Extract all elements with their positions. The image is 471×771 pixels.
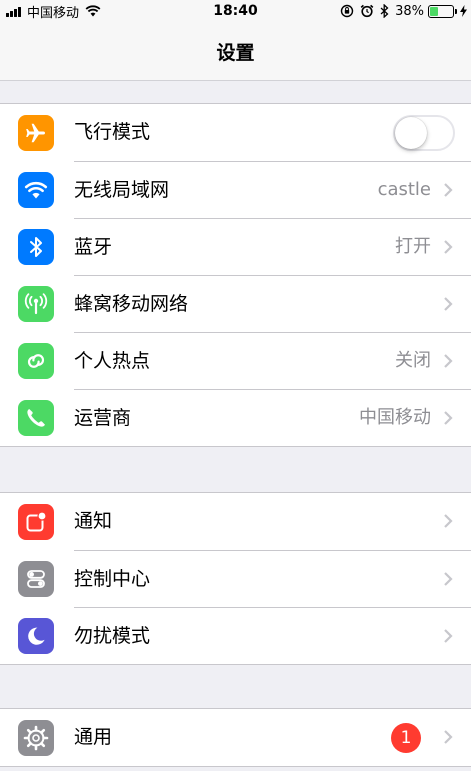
chevron-right-icon: [444, 240, 453, 254]
row-label: 控制中心: [74, 568, 151, 590]
row-notifications[interactable]: 通知: [0, 493, 471, 550]
hotspot-status-value: 关闭: [395, 350, 431, 371]
alarm-icon: [360, 4, 374, 18]
row-label: 通用: [74, 726, 113, 748]
notifications-icon: [18, 504, 54, 540]
toggle-knob: [395, 117, 427, 149]
status-bar: 中国移动 18:40 38%: [0, 0, 471, 22]
chevron-right-icon: [444, 411, 453, 425]
row-label: 个人热点: [74, 350, 151, 372]
status-bar-right: 38%: [340, 2, 467, 20]
chevron-right-icon: [444, 183, 453, 197]
row-wifi[interactable]: 无线局域网 castle: [0, 161, 471, 218]
row-label: 运营商: [74, 407, 132, 429]
charging-icon: [460, 5, 467, 17]
row-carrier[interactable]: 运营商 中国移动: [0, 389, 471, 446]
phone-icon: [18, 400, 54, 436]
row-control-center[interactable]: 控制中心: [0, 550, 471, 607]
chevron-right-icon: [444, 730, 453, 744]
chevron-right-icon: [444, 514, 453, 528]
carrier-value: 中国移动: [359, 407, 431, 428]
page-title: 设置: [216, 42, 255, 64]
chevron-right-icon: [444, 354, 453, 368]
chevron-right-icon: [444, 297, 453, 311]
settings-group-general: 通用 1: [0, 708, 471, 767]
chevron-right-icon: [444, 572, 453, 586]
gear-icon: [18, 720, 54, 756]
settings-group-system: 通知 控制中心 勿扰模式: [0, 492, 471, 665]
bluetooth-status-value: 打开: [395, 236, 431, 257]
wifi-icon: [18, 172, 54, 208]
cellular-icon: [18, 286, 54, 322]
control-center-icon: [18, 561, 54, 597]
battery-icon: [428, 4, 457, 18]
bluetooth-icon: [18, 229, 54, 265]
row-airplane-mode[interactable]: 飞行模式: [0, 104, 471, 161]
airplane-icon: [18, 115, 54, 151]
battery-percent: 38%: [395, 3, 424, 19]
row-label: 通知: [74, 510, 113, 532]
hotspot-icon: [18, 343, 54, 379]
row-label: 勿扰模式: [74, 625, 151, 647]
wifi-network-value: castle: [377, 179, 431, 200]
row-label: 无线局域网: [74, 179, 170, 201]
row-do-not-disturb[interactable]: 勿扰模式: [0, 607, 471, 664]
row-personal-hotspot[interactable]: 个人热点 关闭: [0, 332, 471, 389]
update-badge: 1: [391, 723, 421, 753]
row-label: 蓝牙: [74, 236, 113, 258]
settings-group-connectivity: 飞行模式 无线局域网 castle 蓝牙 打开 蜂窝移动网络 个人热点 关闭 运…: [0, 103, 471, 447]
row-label: 飞行模式: [74, 121, 151, 143]
moon-icon: [18, 618, 54, 654]
airplane-mode-toggle[interactable]: [393, 115, 455, 151]
row-cellular[interactable]: 蜂窝移动网络: [0, 275, 471, 332]
battery-level: [430, 6, 438, 16]
chevron-right-icon: [444, 629, 453, 643]
row-label: 蜂窝移动网络: [74, 293, 189, 315]
row-general[interactable]: 通用 1: [0, 709, 471, 766]
row-bluetooth[interactable]: 蓝牙 打开: [0, 218, 471, 275]
bluetooth-status-icon: [380, 4, 389, 18]
rotation-lock-icon: [340, 4, 354, 18]
navigation-bar: 设置: [0, 22, 471, 81]
